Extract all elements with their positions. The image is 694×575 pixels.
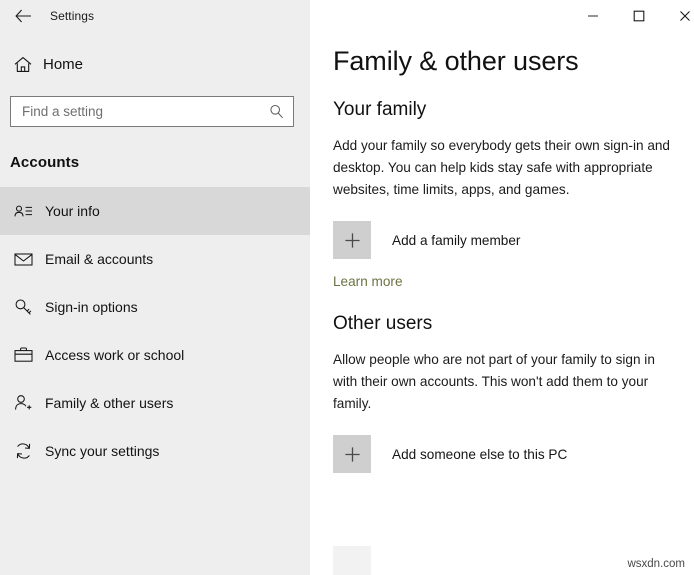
search-input[interactable] [22, 104, 267, 119]
window-title: Settings [50, 9, 94, 23]
home-label: Home [43, 56, 83, 73]
title-bar: Settings [0, 0, 694, 32]
minimize-icon [587, 10, 599, 22]
plus-icon [333, 435, 371, 473]
partially-visible-row[interactable] [333, 546, 371, 575]
page-title: Family & other users [333, 46, 680, 77]
close-button[interactable] [662, 0, 694, 32]
envelope-icon [6, 252, 40, 266]
sidebar-item-label: Access work or school [45, 347, 184, 363]
sidebar-nav-list: Your info Email & accounts [0, 187, 310, 475]
sidebar-item-sign-in-options[interactable]: Sign-in options [0, 283, 310, 331]
back-arrow-icon [15, 9, 32, 23]
minimize-button[interactable] [570, 0, 616, 32]
watermark: wsxdn.com [627, 558, 685, 570]
sidebar-section-title: Accounts [10, 154, 310, 171]
home-icon [6, 56, 40, 73]
sidebar-item-access-work-school[interactable]: Access work or school [0, 331, 310, 379]
sidebar-item-your-info[interactable]: Your info [0, 187, 310, 235]
sync-icon [6, 442, 40, 460]
close-icon [679, 10, 691, 22]
sidebar-item-label: Sign-in options [45, 299, 138, 315]
contact-card-icon [6, 204, 40, 218]
plus-icon [333, 546, 371, 575]
window-controls [570, 0, 694, 32]
your-family-description: Add your family so everybody gets their … [333, 135, 680, 201]
add-someone-else-button[interactable]: Add someone else to this PC [333, 435, 567, 473]
search-box[interactable] [10, 96, 294, 127]
settings-window: Settings [0, 0, 694, 575]
sidebar-item-label: Email & accounts [45, 251, 153, 267]
sidebar-item-label: Your info [45, 203, 100, 219]
back-button[interactable] [0, 0, 46, 32]
other-users-heading: Other users [333, 313, 680, 335]
sidebar-item-label: Family & other users [45, 395, 173, 411]
sidebar-item-sync-your-settings[interactable]: Sync your settings [0, 427, 310, 475]
plus-icon [333, 221, 371, 259]
add-family-member-button[interactable]: Add a family member [333, 221, 520, 259]
learn-more-link[interactable]: Learn more [333, 274, 403, 289]
key-icon [6, 298, 40, 316]
maximize-button[interactable] [616, 0, 662, 32]
add-someone-else-label: Add someone else to this PC [392, 447, 567, 462]
add-family-member-label: Add a family member [392, 233, 520, 248]
person-add-icon [6, 394, 40, 412]
sidebar-item-label: Sync your settings [45, 443, 159, 459]
sidebar: Home Accounts You [0, 0, 310, 575]
sidebar-item-family-other-users[interactable]: Family & other users [0, 379, 310, 427]
sidebar-item-home[interactable]: Home [0, 44, 310, 84]
briefcase-icon [6, 347, 40, 363]
sidebar-item-email-accounts[interactable]: Email & accounts [0, 235, 310, 283]
your-family-heading: Your family [333, 99, 680, 121]
other-users-description: Allow people who are not part of your fa… [333, 349, 680, 415]
main-content: Family & other users Your family Add you… [310, 0, 694, 575]
search-icon[interactable] [267, 104, 285, 119]
maximize-icon [633, 10, 645, 22]
